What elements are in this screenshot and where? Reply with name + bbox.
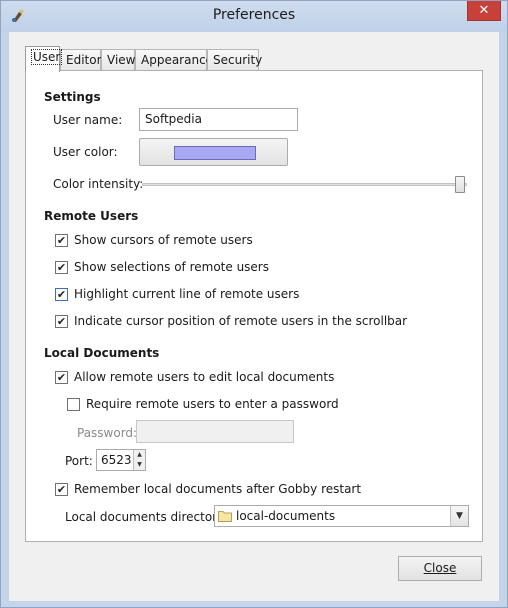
show-selections-label: Show selections of remote users (74, 260, 269, 274)
indicate-scrollbar-checkbox[interactable]: ✔ (55, 315, 68, 328)
dialog-body: User Editor View Appearance Security Set… (9, 32, 499, 601)
close-button-label: Close (423, 561, 457, 575)
directory-label: Local documents directory: (65, 510, 228, 524)
user-name-input[interactable]: Softpedia (139, 108, 298, 131)
user-tab-panel: Settings User name: Softpedia User color… (25, 70, 483, 542)
window-close-button[interactable]: ✕ (467, 1, 501, 21)
color-intensity-slider[interactable] (142, 183, 467, 186)
remember-documents-checkbox[interactable]: ✔ (55, 483, 68, 496)
user-color-button[interactable] (139, 138, 288, 166)
user-color-swatch (174, 146, 256, 160)
spin-down-icon[interactable]: ▼ (134, 460, 145, 470)
tab-view[interactable]: View (101, 49, 135, 71)
password-label: Password: (77, 426, 138, 440)
preferences-window: Preferences ✕ User Editor View Appearanc… (0, 0, 508, 608)
highlight-line-checkbox[interactable]: ✔ (55, 288, 68, 301)
directory-value: local-documents (236, 509, 336, 523)
show-cursors-label: Show cursors of remote users (74, 233, 253, 247)
user-color-label: User color: (53, 145, 118, 159)
user-name-label: User name: (53, 113, 123, 127)
require-password-checkbox[interactable] (67, 398, 80, 411)
window-title: Preferences (212, 7, 296, 23)
port-value: 6523 (101, 453, 132, 467)
remember-documents-label: Remember local documents after Gobby res… (74, 482, 362, 496)
remote-users-heading: Remote Users (44, 209, 139, 223)
local-documents-heading: Local Documents (44, 346, 160, 360)
password-input[interactable] (136, 420, 294, 443)
port-label: Port: (65, 454, 93, 468)
color-intensity-thumb[interactable] (455, 176, 465, 193)
tab-user[interactable]: User (25, 46, 63, 72)
highlight-line-label: Highlight current line of remote users (74, 287, 300, 301)
settings-heading: Settings (44, 90, 101, 104)
show-cursors-checkbox[interactable]: ✔ (55, 234, 68, 247)
allow-edit-label: Allow remote users to edit local documen… (74, 370, 335, 384)
indicate-scrollbar-label: Indicate cursor position of remote users… (74, 314, 408, 328)
show-selections-checkbox[interactable]: ✔ (55, 261, 68, 274)
port-spin-buttons[interactable]: ▲ ▼ (133, 450, 145, 470)
title-bar[interactable]: Preferences ✕ (1, 1, 507, 32)
chevron-down-icon[interactable]: ▼ (450, 506, 468, 526)
close-button[interactable]: Close (398, 556, 482, 581)
allow-edit-checkbox[interactable]: ✔ (55, 371, 68, 384)
spin-up-icon[interactable]: ▲ (134, 450, 145, 460)
port-spinbox[interactable]: 6523 ▲ ▼ (96, 449, 146, 471)
require-password-label: Require remote users to enter a password (86, 397, 339, 411)
folder-icon (218, 511, 232, 522)
tab-security[interactable]: Security (207, 49, 262, 71)
directory-dropdown[interactable]: local-documents ▼ (214, 505, 469, 527)
color-intensity-label: Color intensity: (53, 177, 144, 191)
tab-editor[interactable]: Editor (60, 49, 102, 71)
tab-appearance[interactable]: Appearance (135, 49, 213, 71)
